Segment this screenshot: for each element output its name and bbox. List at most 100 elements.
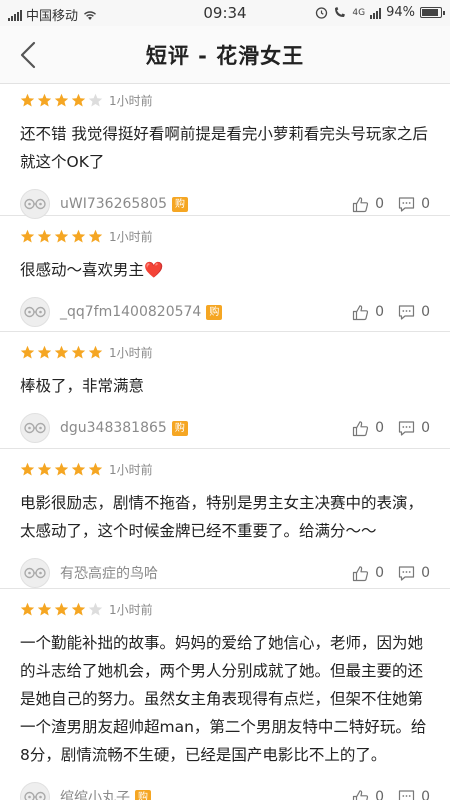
review-item: 1小时前 还不错 我觉得挺好看啊前提是看完小萝莉看完头号玩家之后就这个OK了 u… — [0, 85, 450, 219]
review-text: 电影很励志，剧情不拖沓，特别是男主女主决赛中的表演，太感动了，这个时候金牌已经不… — [20, 494, 424, 540]
review-item: 1小时前 棒极了，非常满意 dgu348381865 购 0 0 — [0, 332, 450, 449]
like-count: 0 — [375, 565, 385, 581]
review-item: 1小时前 很感动～喜欢男主❤️ _qq7fm1400820574 购 0 0 — [0, 216, 450, 332]
star-filled-icon — [37, 93, 52, 106]
purchased-badge: 购 — [172, 196, 189, 212]
comment-button[interactable]: 0 — [398, 565, 430, 582]
star-filled-icon — [88, 345, 103, 358]
avatar[interactable] — [20, 189, 50, 219]
battery-percent: 94% — [386, 5, 415, 20]
star-filled-icon — [71, 462, 86, 475]
thumbs-up-icon — [353, 304, 369, 320]
star-rating — [20, 93, 103, 108]
review-item: 1小时前 一个勤能补拙的故事。妈妈的爱给了她信心，老师，因为她的斗志给了她机会，… — [0, 589, 450, 800]
review-content: 很感动～喜欢男主❤️ — [20, 256, 430, 284]
comment-count: 0 — [421, 196, 430, 212]
comment-count: 0 — [421, 789, 430, 800]
like-button[interactable]: 0 — [352, 304, 384, 321]
star-filled-icon — [37, 229, 52, 242]
review-text: 一个勤能补拙的故事。妈妈的爱给了她信心，老师，因为她的斗志给了她机会，两个男人分… — [20, 634, 427, 764]
like-button[interactable]: 0 — [352, 789, 384, 800]
review-content: 还不错 我觉得挺好看啊前提是看完小萝莉看完头号玩家之后就这个OK了 — [20, 120, 430, 176]
comment-icon — [398, 789, 415, 800]
star-empty-icon — [88, 93, 103, 106]
star-filled-icon — [20, 462, 35, 475]
star-filled-icon — [71, 93, 86, 106]
comment-count: 0 — [421, 565, 430, 581]
network-label: 4G — [352, 7, 366, 18]
purchased-badge: 购 — [206, 304, 223, 320]
thumbs-up-icon — [353, 789, 369, 800]
glasses-avatar-icon — [24, 567, 46, 579]
thumbs-up-icon — [353, 565, 369, 581]
review-meta: 1小时前 — [20, 342, 430, 362]
comment-count: 0 — [421, 304, 430, 320]
star-filled-icon — [37, 345, 52, 358]
star-filled-icon — [54, 345, 69, 358]
alarm-icon — [316, 7, 328, 19]
hd-call-icon — [335, 7, 346, 17]
comment-icon — [398, 420, 415, 436]
star-rating — [20, 462, 103, 477]
star-filled-icon — [37, 602, 52, 615]
glasses-avatar-icon — [24, 306, 46, 318]
avatar[interactable] — [20, 413, 50, 443]
username[interactable]: dgu348381865 — [60, 420, 167, 436]
review-actions: 0 0 — [352, 789, 430, 800]
like-button[interactable]: 0 — [352, 196, 384, 213]
signal-strength-icon — [370, 7, 382, 19]
username[interactable]: 有恐高症的鸟哈 — [60, 563, 158, 583]
star-filled-icon — [88, 229, 103, 242]
avatar[interactable] — [20, 297, 50, 327]
comment-button[interactable]: 0 — [398, 196, 430, 213]
review-time: 1小时前 — [109, 462, 153, 477]
avatar[interactable] — [20, 558, 50, 588]
review-list[interactable]: 1小时前 还不错 我觉得挺好看啊前提是看完小萝莉看完头号玩家之后就这个OK了 u… — [0, 85, 450, 800]
avatar[interactable] — [20, 782, 50, 800]
star-empty-icon — [88, 602, 103, 615]
star-filled-icon — [88, 462, 103, 475]
glasses-avatar-icon — [24, 791, 46, 800]
like-count: 0 — [375, 789, 385, 800]
comment-count: 0 — [421, 420, 430, 436]
status-right: 4G 94% — [315, 5, 445, 20]
comment-button[interactable]: 0 — [398, 789, 430, 800]
review-footer: _qq7fm1400820574 购 0 0 — [20, 294, 430, 330]
battery-icon — [420, 7, 445, 18]
glasses-avatar-icon — [24, 198, 46, 210]
review-footer: 有恐高症的鸟哈 0 0 — [20, 555, 430, 591]
username[interactable]: _qq7fm1400820574 — [60, 304, 201, 320]
comment-icon — [398, 304, 415, 320]
page-title: 短评 - 花滑女王 — [145, 44, 305, 68]
star-rating — [20, 602, 103, 617]
star-filled-icon — [71, 229, 86, 242]
comment-button[interactable]: 0 — [398, 304, 430, 321]
thumbs-up-icon — [353, 420, 369, 436]
like-button[interactable]: 0 — [352, 420, 384, 437]
star-filled-icon — [20, 602, 35, 615]
review-actions: 0 0 — [352, 196, 430, 213]
review-footer: dgu348381865 购 0 0 — [20, 410, 430, 446]
star-filled-icon — [20, 229, 35, 242]
purchased-badge: 购 — [135, 789, 151, 800]
review-time: 1小时前 — [109, 345, 153, 360]
review-text: 很感动～喜欢男主 — [20, 261, 145, 279]
username[interactable]: uWI736265805 — [60, 196, 167, 212]
review-meta: 1小时前 — [20, 459, 430, 479]
heart-emoji: ❤️ — [144, 261, 164, 279]
review-text: 棒极了，非常满意 — [20, 377, 145, 395]
nav-bar: 短评 - 花滑女王 — [0, 26, 450, 84]
star-filled-icon — [54, 93, 69, 106]
review-item: 1小时前 电影很励志，剧情不拖沓，特别是男主女主决赛中的表演，太感动了，这个时候… — [0, 449, 450, 589]
like-button[interactable]: 0 — [352, 565, 384, 582]
comment-icon — [398, 196, 415, 212]
star-filled-icon — [37, 462, 52, 475]
comment-button[interactable]: 0 — [398, 420, 430, 437]
review-content: 棒极了，非常满意 — [20, 372, 430, 400]
review-time: 1小时前 — [109, 229, 153, 244]
status-bar: 中国移动 09:34 4G 94% — [0, 0, 450, 26]
review-text: 还不错 我觉得挺好看啊前提是看完小萝莉看完头号玩家之后就这个OK了 — [20, 125, 428, 171]
username[interactable]: 绾绾小丸子 — [60, 787, 130, 800]
review-meta: 1小时前 — [20, 226, 430, 246]
review-time: 1小时前 — [109, 93, 153, 108]
